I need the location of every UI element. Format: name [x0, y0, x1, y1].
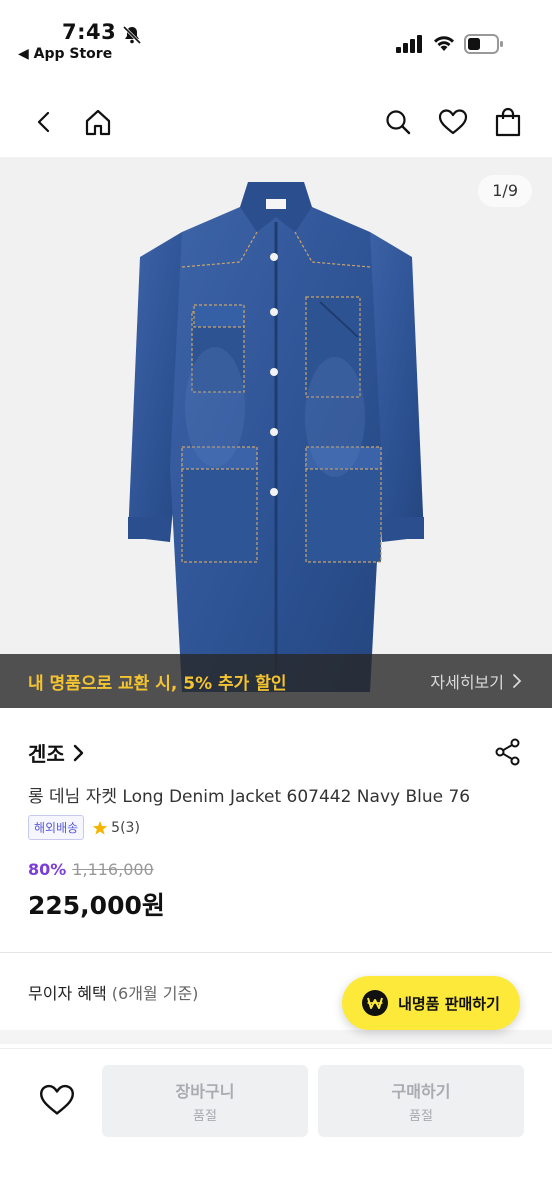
star-icon	[92, 820, 108, 835]
wishlist-button[interactable]	[435, 104, 471, 140]
wifi-icon	[434, 36, 454, 51]
shopping-bag-icon	[495, 107, 521, 137]
promo-link-label: 자세히보기	[430, 673, 504, 692]
product-image-denim-coat	[128, 182, 424, 692]
status-bar: 7:43 ◀ App Store	[0, 0, 552, 80]
installment-benefit[interactable]: 무이자 혜택 (6개월 기준)	[28, 980, 198, 1004]
heart-icon	[40, 1084, 74, 1115]
cart-button-label: 장바구니	[175, 1082, 235, 1101]
cart-button[interactable]	[490, 104, 526, 140]
add-to-cart-button[interactable]: 장바구니 품절	[102, 1065, 308, 1137]
bell-muted-icon	[122, 25, 142, 45]
wishlist-toggle-button[interactable]	[36, 1079, 78, 1121]
buy-button-sub: 품절	[409, 1109, 433, 1124]
discount-rate: 80%	[28, 860, 67, 879]
brand-link[interactable]: 겐조	[28, 738, 85, 767]
chevron-right-icon	[513, 674, 522, 688]
top-nav-bar	[0, 88, 552, 156]
signal-icon	[396, 35, 422, 53]
rating[interactable]: 5(3)	[92, 820, 140, 836]
product-name: 롱 데님 자켓 Long Denim Jacket 607442 Navy Bl…	[28, 787, 471, 807]
share-icon[interactable]	[494, 738, 522, 766]
back-arrow-icon	[37, 111, 50, 133]
section-divider	[0, 1030, 552, 1044]
search-button[interactable]	[380, 104, 416, 140]
trade-in-promo-banner[interactable]: 내 명품으로 교환 시, 5% 추가 할인 자세히보기	[0, 654, 552, 708]
home-icon	[85, 109, 111, 136]
rating-value: 5(3)	[111, 819, 140, 836]
back-button[interactable]	[26, 104, 62, 140]
divider	[0, 952, 552, 953]
heart-icon	[438, 109, 468, 135]
final-price: 225,000원	[28, 891, 165, 920]
image-counter: 1/9	[478, 175, 532, 207]
promo-text: 내 명품으로 교환 시, 5% 추가 할인	[28, 673, 287, 694]
sell-my-luxury-button[interactable]: 내명품 판매하기	[342, 976, 520, 1030]
original-price: 1,116,000	[72, 860, 154, 879]
product-tags: 해외배송 5(3)	[28, 815, 140, 840]
cart-button-sub: 품절	[193, 1109, 217, 1124]
brand-name: 겐조	[28, 742, 65, 766]
installment-sub: (6개월 기준)	[111, 984, 199, 1003]
won-coin-icon	[362, 990, 389, 1016]
promo-details-link[interactable]: 자세히보기	[430, 669, 522, 693]
search-icon	[386, 110, 411, 135]
home-button[interactable]	[80, 104, 116, 140]
battery-icon	[464, 34, 503, 54]
overseas-shipping-badge: 해외배송	[28, 815, 85, 840]
buy-now-button[interactable]: 구매하기 품절	[318, 1065, 524, 1137]
price-row: 80% 1,116,000	[28, 860, 154, 879]
product-image-gallery[interactable]: 1/9 내 명품으로 교환 시, 5% 추가 할인 자세히보기	[0, 157, 552, 708]
bottom-action-bar: 장바구니 품절 구매하기 품절	[0, 1048, 552, 1200]
back-to-app-store[interactable]: ◀ App Store	[18, 46, 112, 62]
status-time: 7:43	[62, 20, 117, 44]
sell-button-label: 내명품 판매하기	[398, 994, 500, 1013]
buy-button-label: 구매하기	[391, 1082, 451, 1101]
installment-label: 무이자 혜택	[28, 984, 107, 1003]
chevron-right-icon	[73, 744, 84, 761]
